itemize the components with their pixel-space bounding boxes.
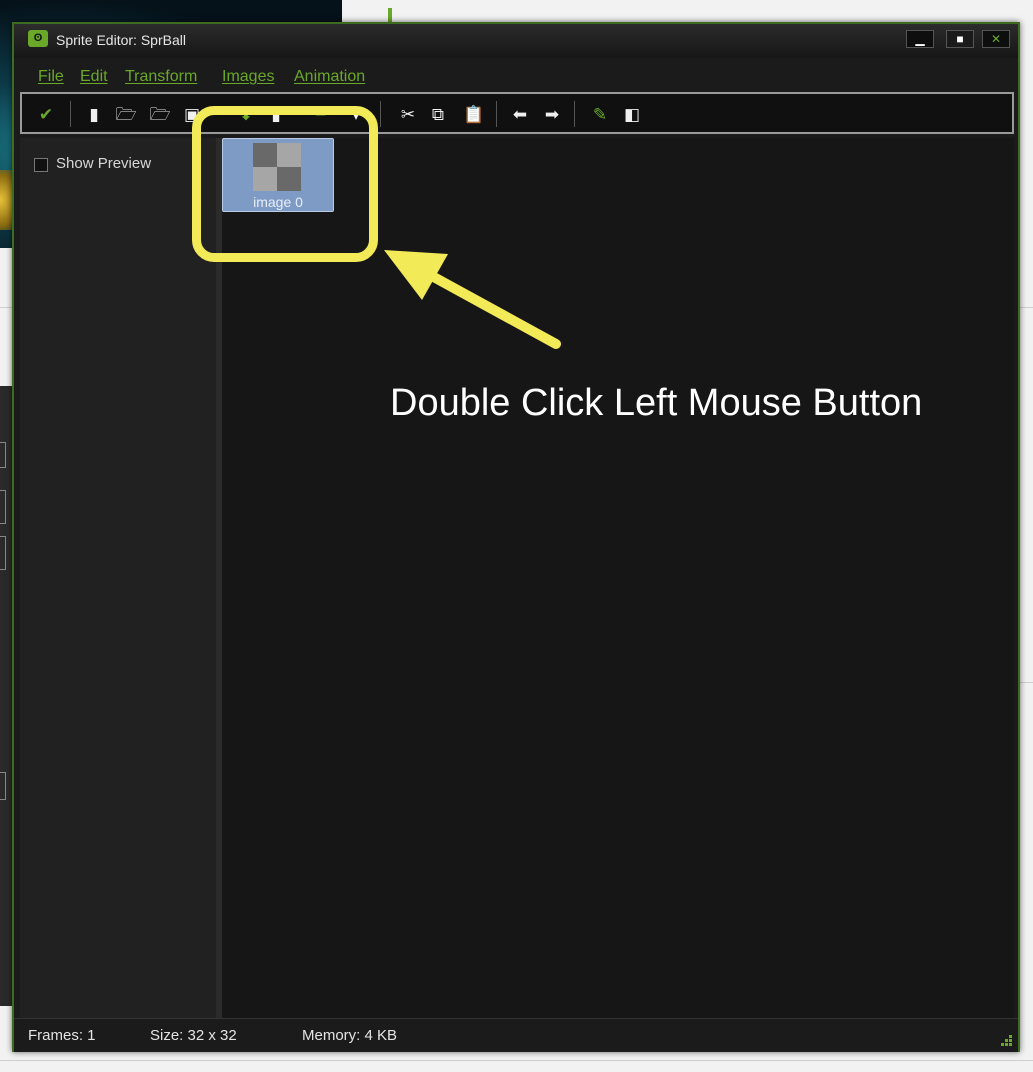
toolbar: ✔ ▮ 🗁 🗁 ▣ ⬇ ▮ ⬏ ▾ ✂ ⧉ 📋 ⬅ ➡ ✎ ◧ bbox=[20, 92, 1014, 134]
toolbar-separator bbox=[70, 101, 71, 127]
edit-image-icon[interactable]: ✎ bbox=[588, 102, 612, 126]
resize-grip[interactable] bbox=[1000, 1034, 1012, 1046]
show-preview-label: Show Preview bbox=[56, 155, 152, 172]
instruction-text: Double Click Left Mouse Button bbox=[390, 382, 923, 424]
close-button[interactable]: ✕ bbox=[982, 30, 1010, 48]
paste-icon[interactable]: 📋 bbox=[462, 102, 486, 126]
menu-transform[interactable]: Transform bbox=[125, 68, 197, 86]
add-from-file-icon[interactable]: 🗁 bbox=[148, 102, 172, 126]
toolbar-separator bbox=[496, 101, 497, 127]
show-preview-checkbox[interactable] bbox=[34, 158, 48, 172]
background-divider bbox=[1020, 682, 1033, 683]
highlight-box bbox=[192, 106, 378, 262]
sprite-editor-window: ʘ Sprite Editor: SprBall ▁ ■ ✕ File Edit… bbox=[12, 22, 1020, 1052]
confirm-check-icon[interactable]: ✔ bbox=[34, 102, 58, 126]
pointer-arrow bbox=[384, 250, 561, 349]
toolbar-separator bbox=[574, 101, 575, 127]
title-bar[interactable]: ʘ Sprite Editor: SprBall ▁ ■ ✕ bbox=[14, 24, 1018, 58]
cut-icon[interactable]: ✂ bbox=[396, 102, 420, 126]
status-size: Size: 32 x 32 bbox=[150, 1027, 237, 1044]
open-icon[interactable]: 🗁 bbox=[114, 102, 138, 126]
status-frames: Frames: 1 bbox=[28, 1027, 96, 1044]
background-divider bbox=[0, 1060, 1033, 1061]
merge-icon[interactable]: ◧ bbox=[620, 102, 644, 126]
copy-icon[interactable]: ⧉ bbox=[426, 102, 450, 126]
background-field bbox=[0, 536, 6, 570]
move-right-icon[interactable]: ➡ bbox=[540, 102, 564, 126]
menu-bar: File Edit Transform Images Animation bbox=[14, 64, 1018, 88]
menu-animation[interactable]: Animation bbox=[294, 68, 365, 86]
gamemaker-logo-icon: ʘ bbox=[28, 30, 48, 47]
background-field bbox=[0, 772, 6, 800]
frame-list[interactable] bbox=[222, 138, 1014, 1018]
toolbar-separator bbox=[380, 101, 381, 127]
menu-edit[interactable]: Edit bbox=[80, 68, 108, 86]
window-title: Sprite Editor: SprBall bbox=[56, 32, 186, 48]
status-memory: Memory: 4 KB bbox=[302, 1027, 398, 1044]
background-field bbox=[0, 490, 6, 524]
menu-file[interactable]: File bbox=[38, 68, 64, 86]
move-left-icon[interactable]: ⬅ bbox=[508, 102, 532, 126]
minimize-button[interactable]: ▁ bbox=[906, 30, 934, 48]
background-field bbox=[0, 442, 6, 468]
status-bar: Frames: 1 Size: 32 x 32 Memory: 4 KB bbox=[14, 1018, 1018, 1052]
new-sprite-icon[interactable]: ▮ bbox=[82, 102, 106, 126]
menu-images[interactable]: Images bbox=[222, 68, 274, 86]
preview-sidebar: Show Preview bbox=[20, 138, 224, 1018]
maximize-button[interactable]: ■ bbox=[946, 30, 974, 48]
